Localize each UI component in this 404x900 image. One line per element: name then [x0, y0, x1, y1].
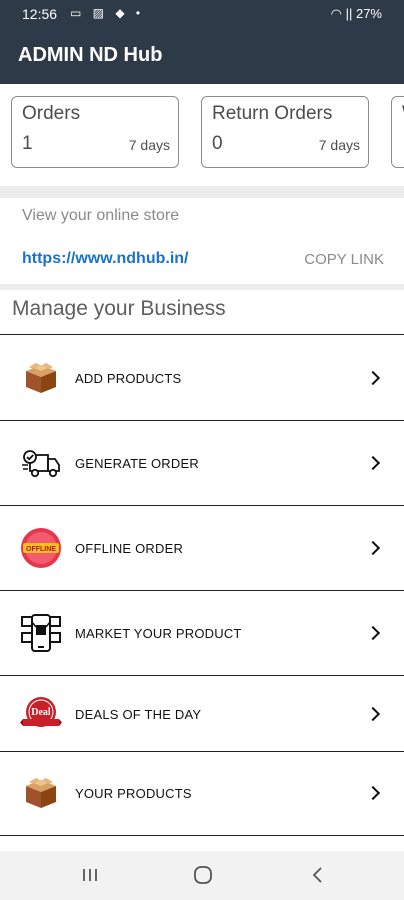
online-store-card: View your online store https://www.ndhub… — [0, 198, 404, 284]
menu-item-label: MARKET YOUR PRODUCT — [75, 626, 242, 641]
orders-count: 1 — [22, 133, 33, 154]
orders-period: 7 days — [128, 137, 170, 153]
signal-icons: ◠ || — [330, 6, 353, 21]
menu-item-label: ADD PRODUCTS — [75, 371, 182, 386]
app-bar: ADMIN ND Hub — [0, 28, 404, 84]
section-divider — [0, 186, 404, 198]
chevron-right-icon — [365, 370, 381, 386]
home-icon[interactable] — [190, 863, 216, 887]
delivery-truck-icon — [20, 443, 62, 485]
return-orders-period: 7 days — [318, 137, 360, 153]
offline-badge-icon: OFFLINE — [20, 527, 62, 569]
menu-item-add-products[interactable]: ADD PRODUCTS — [0, 334, 404, 420]
chevron-right-icon — [365, 785, 381, 801]
offline-badge-text: OFFLINE — [26, 546, 56, 553]
return-orders-label: Return Orders — [212, 103, 333, 124]
chevron-right-icon — [365, 625, 381, 641]
return-orders-card[interactable]: Return Orders 0 7 days — [201, 96, 369, 168]
menu-item-label: OFFLINE ORDER — [75, 541, 184, 556]
store-url-link[interactable]: https://www.ndhub.in/ — [22, 250, 188, 268]
recents-icon[interactable] — [78, 863, 102, 887]
deal-badge-text: Deal — [31, 707, 51, 718]
orders-label: Orders — [22, 103, 81, 124]
social-share-phone-icon — [20, 611, 62, 653]
app-title: ADMIN ND Hub — [18, 44, 163, 66]
back-icon[interactable] — [306, 863, 330, 887]
system-nav-bar — [0, 851, 404, 900]
orders-card[interactable]: Orders 1 7 days — [11, 96, 179, 168]
chevron-right-icon — [365, 540, 381, 556]
status-time: 12:56 — [22, 6, 58, 22]
menu-item-label: YOUR PRODUCTS — [75, 786, 192, 801]
menu-item-deals-of-the-day[interactable]: Deal DEALS OF THE DAY — [0, 675, 404, 751]
menu-item-generate-order[interactable]: GENERATE ORDER — [0, 420, 404, 505]
section-title: Manage your Business — [12, 297, 226, 320]
menu-item-your-products[interactable]: YOUR PRODUCTS — [0, 751, 404, 835]
third-stat-card[interactable]: W — [391, 96, 404, 168]
menu-item-label: DEALS OF THE DAY — [75, 707, 202, 722]
chevron-right-icon — [365, 455, 381, 471]
store-label: View your online store — [22, 207, 180, 224]
battery-percent: 27% — [355, 6, 382, 21]
menu-item-market-your-product[interactable]: MARKET YOUR PRODUCT — [0, 590, 404, 675]
return-orders-count: 0 — [212, 133, 223, 154]
chevron-right-icon — [365, 706, 381, 722]
product-box-icon — [20, 772, 62, 814]
copy-link-button[interactable]: COPY LINK — [304, 251, 384, 268]
menu-item-offline-order[interactable]: OFFLINE OFFLINE ORDER — [0, 505, 404, 590]
section-divider — [0, 284, 404, 290]
product-box-icon — [20, 357, 62, 399]
deal-badge-icon: Deal — [20, 693, 62, 735]
status-right: ◠ || 27% — [331, 6, 382, 22]
stats-row[interactable]: Orders 1 7 days Return Orders 0 7 days W — [0, 84, 404, 192]
notification-icons: ▭ ▨ ◆ • — [70, 6, 145, 20]
menu-item-label: GENERATE ORDER — [75, 456, 199, 471]
status-bar: 12:56 ▭ ▨ ◆ • ◠ || 27% — [0, 0, 404, 28]
